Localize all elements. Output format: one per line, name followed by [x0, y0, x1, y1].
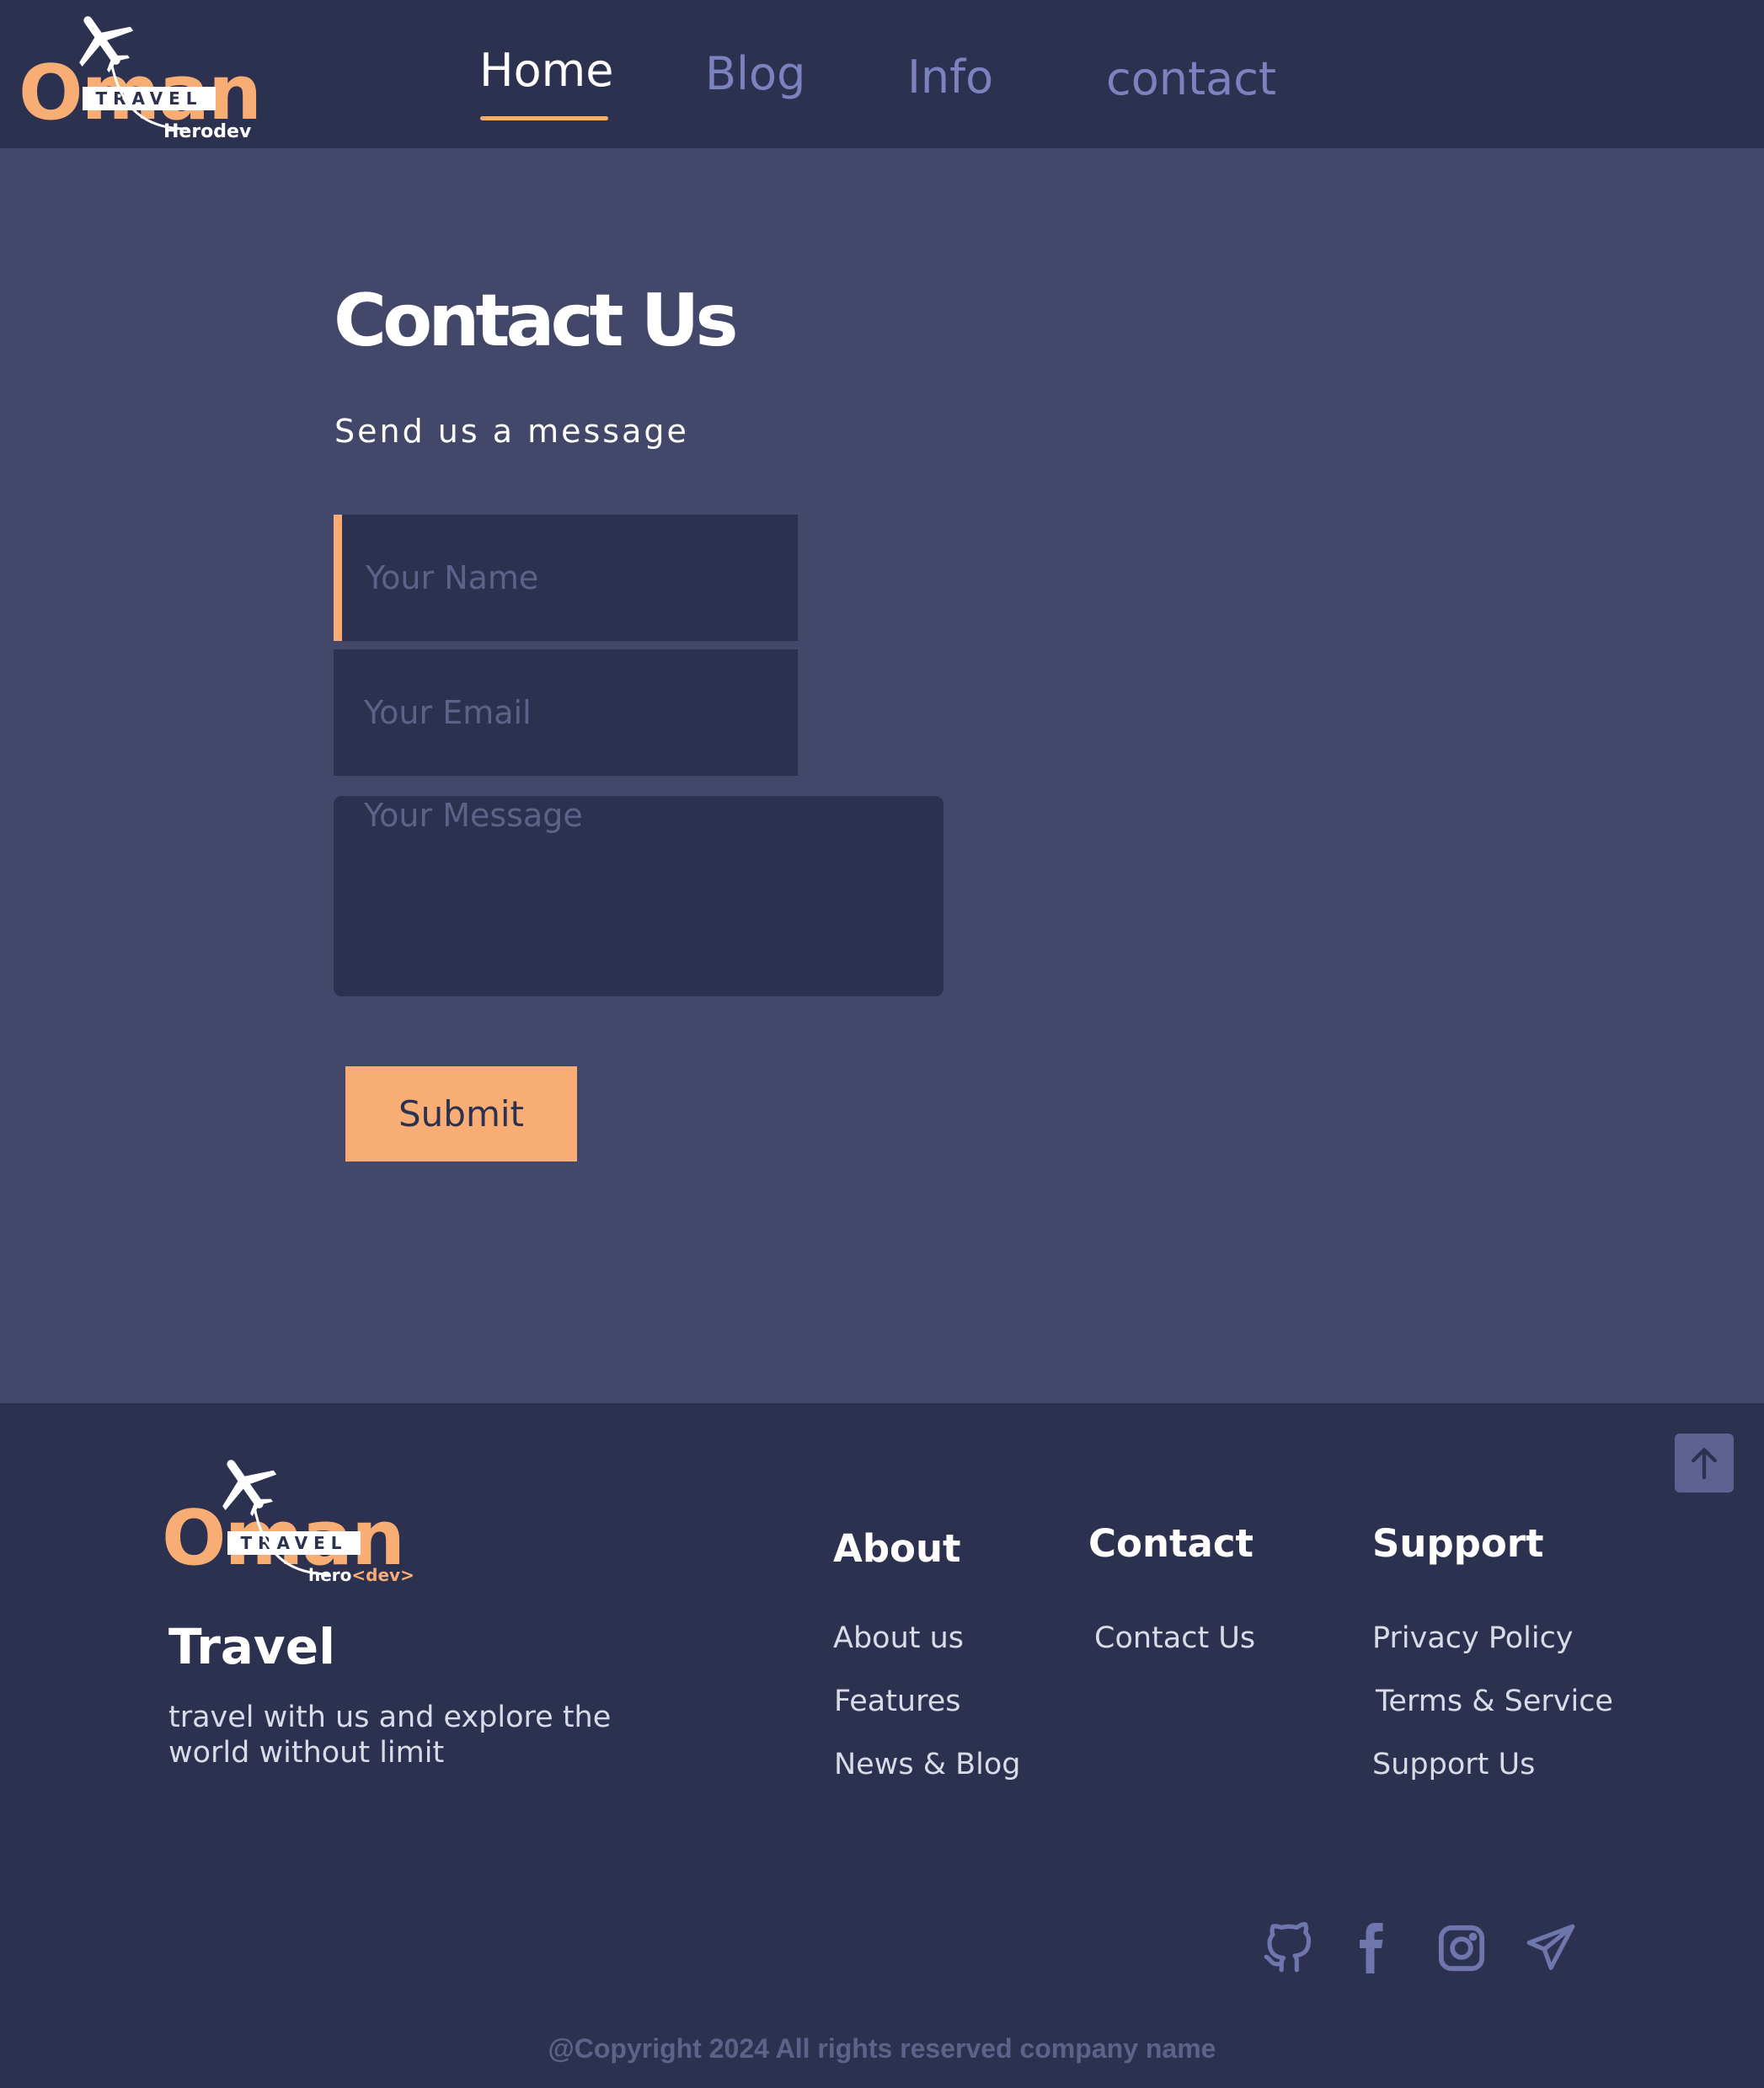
site-header: Oman TRAVEL Herodev Home Blog Info conta… — [0, 0, 1764, 148]
footer-link-contact-us[interactable]: Contact Us — [1094, 1621, 1255, 1655]
footer-link-news-blog[interactable]: News & Blog — [834, 1748, 1020, 1781]
footer-link-support-us[interactable]: Support Us — [1372, 1748, 1535, 1781]
nav-contact[interactable]: contact — [1106, 52, 1276, 105]
footer-heading-about: About — [833, 1526, 961, 1571]
footer-brand: Travel — [168, 1618, 335, 1675]
page-subtitle: Send us a message — [334, 413, 689, 450]
telegram-icon[interactable] — [1521, 1919, 1580, 1978]
facebook-icon[interactable] — [1343, 1919, 1402, 1978]
logo-sub-accent: <dev> — [351, 1565, 414, 1585]
header-logo[interactable]: Oman TRAVEL Herodev — [19, 7, 262, 147]
footer-heading-support: Support — [1372, 1521, 1544, 1566]
logo-sub: Herodev — [163, 121, 252, 142]
footer-link-privacy-policy[interactable]: Privacy Policy — [1372, 1621, 1574, 1655]
nav-home[interactable]: Home — [479, 44, 613, 97]
submit-button[interactable]: Submit — [345, 1066, 577, 1161]
arrow-up-icon — [1692, 1448, 1717, 1480]
site-footer: Oman TRAVEL hero<dev> Travel travel with… — [0, 1403, 1764, 2088]
footer-heading-contact: Contact — [1088, 1521, 1254, 1566]
github-icon[interactable] — [1259, 1919, 1318, 1978]
instagram-icon[interactable] — [1432, 1919, 1491, 1978]
email-input[interactable] — [334, 649, 798, 776]
copyright-text: @Copyright 2024 All rights reserved comp… — [548, 2033, 1216, 2064]
nav-info[interactable]: Info — [907, 51, 993, 104]
footer-link-about-us[interactable]: About us — [833, 1621, 964, 1655]
footer-tagline: travel with us and explore the world wit… — [168, 1701, 612, 1770]
footer-link-terms-service[interactable]: Terms & Service — [1376, 1685, 1613, 1718]
footer-link-features[interactable]: Features — [834, 1685, 961, 1718]
nav-active-underline — [480, 116, 608, 120]
nav-blog[interactable]: Blog — [705, 47, 805, 100]
logo-sub-main: hero — [308, 1565, 352, 1585]
page-title: Contact Us — [334, 279, 739, 363]
logo-sub: hero<dev> — [308, 1565, 414, 1585]
contact-section: Contact Us Send us a message Submit — [0, 148, 1764, 1403]
footer-logo[interactable]: Oman TRAVEL hero<dev> — [162, 1450, 414, 1590]
name-input[interactable] — [334, 515, 798, 641]
message-textarea[interactable] — [334, 796, 943, 996]
scroll-to-top-button[interactable] — [1675, 1434, 1734, 1493]
